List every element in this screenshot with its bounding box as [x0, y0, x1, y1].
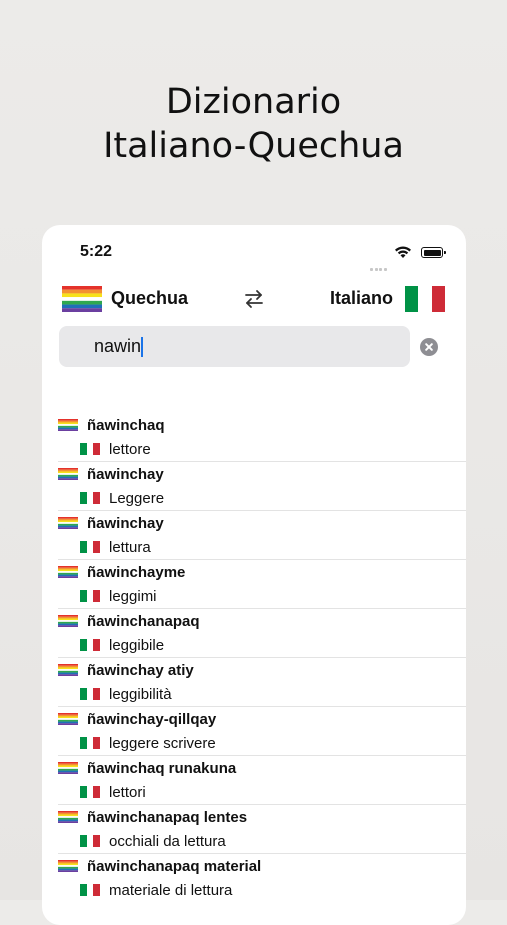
result-term-line: ñawinchay — [58, 513, 164, 533]
result-translation-line: lettore — [80, 439, 151, 459]
wiphala-flag-icon[interactable] — [62, 286, 102, 312]
result-translation-line: leggibile — [80, 635, 164, 655]
result-term-line: ñawinchanapaq material — [58, 856, 261, 876]
result-translation-line: leggimi — [80, 586, 157, 606]
result-term: ñawinchanapaq material — [87, 857, 262, 875]
result-translation: materiale di lettura — [109, 881, 233, 899]
result-term-line: ñawinchay — [58, 464, 164, 484]
result-translation-line: Leggere — [80, 488, 164, 508]
result-translation: leggibilità — [109, 685, 172, 703]
result-translation-line: leggibilità — [80, 684, 172, 704]
result-translation: lettura — [109, 538, 151, 556]
result-translation-line: leggere scrivere — [80, 733, 216, 753]
source-language-label[interactable]: Quechua — [111, 288, 188, 309]
result-translation: leggimi — [109, 587, 157, 605]
result-row[interactable]: ñawinchanapaq leggibile — [58, 609, 466, 658]
swap-arrows-icon[interactable] — [242, 287, 266, 311]
result-row[interactable]: ñawinchay Leggere — [58, 462, 466, 511]
language-bar: Quechua Italiano — [42, 284, 466, 316]
result-translation: leggibile — [109, 636, 165, 654]
result-term: ñawinchay-qillqay — [87, 710, 217, 728]
result-term: ñawinchay — [87, 465, 164, 483]
result-translation: leggere scrivere — [109, 734, 216, 752]
result-term-line: ñawinchay-qillqay — [58, 709, 216, 729]
italy-flag-icon — [80, 443, 101, 455]
headline-line-2: Italiano-Quechua — [103, 126, 404, 166]
wiphala-flag-icon — [58, 762, 78, 774]
wiphala-flag-icon — [58, 615, 78, 627]
wiphala-flag-icon — [58, 419, 78, 431]
italy-flag-icon — [80, 835, 101, 847]
results-list: ñawinchaq lettore ñawinchay Leggere ñawincha… — [42, 413, 466, 902]
result-row[interactable]: ñawinchayme leggimi — [58, 560, 466, 609]
result-row[interactable]: ñawinchay-qillqay leggere scrivere — [58, 707, 466, 756]
result-translation: Leggere — [109, 489, 165, 507]
result-term-line: ñawinchaq runakuna — [58, 758, 236, 778]
result-term: ñawinchayme — [87, 563, 186, 581]
result-term: ñawinchay atiy — [87, 661, 194, 679]
result-term: ñawinchanapaq lentes — [87, 808, 248, 826]
result-row[interactable]: ñawinchay lettura — [58, 511, 466, 560]
italy-flag-icon — [80, 688, 101, 700]
wiphala-flag-icon — [58, 713, 78, 725]
italy-flag-icon — [80, 786, 101, 798]
result-term-line: ñawinchayme — [58, 562, 185, 582]
italy-flag-icon — [80, 541, 101, 553]
italy-flag-icon[interactable] — [405, 286, 445, 312]
result-term: ñawinchanapaq — [87, 612, 200, 630]
result-translation-line: lettura — [80, 537, 151, 557]
result-term-line: ñawinchay atiy — [58, 660, 194, 680]
result-row[interactable]: ñawinchaq runakuna lettori — [58, 756, 466, 805]
wiphala-flag-icon — [58, 566, 78, 578]
wiphala-flag-icon — [58, 664, 78, 676]
headline: Dizionario Italiano-Quechua — [0, 80, 507, 168]
status-time: 5:22 — [80, 243, 113, 260]
result-translation: lettori — [109, 783, 146, 801]
result-term-line: ñawinchanapaq — [58, 611, 200, 631]
clear-circle-icon[interactable] — [420, 338, 438, 356]
italy-flag-icon — [80, 590, 101, 602]
phone-screen: 5:22 Quechua Italiano nawin ñawinchaq le… — [42, 225, 466, 925]
italy-flag-icon — [80, 737, 101, 749]
search-input-value: nawin — [94, 336, 142, 356]
result-term: ñawinchaq — [87, 416, 165, 434]
result-term-line: ñawinchaq — [58, 415, 165, 435]
battery-icon — [421, 247, 446, 258]
wiphala-flag-icon — [58, 468, 78, 480]
result-translation-line: materiale di lettura — [80, 880, 232, 900]
headline-line-1: Dizionario — [165, 82, 342, 122]
wiphala-flag-icon — [58, 517, 78, 529]
search-input[interactable]: nawin — [59, 326, 410, 367]
result-translation: lettore — [109, 440, 151, 458]
result-translation-line: lettori — [80, 782, 146, 802]
wifi-icon — [395, 246, 411, 258]
status-bar: 5:22 — [42, 241, 466, 271]
result-term: ñawinchaq runakuna — [87, 759, 237, 777]
result-row[interactable]: ñawinchay atiy leggibilità — [58, 658, 466, 707]
wiphala-flag-icon — [58, 860, 78, 872]
result-row[interactable]: ñawinchaq lettore — [58, 413, 466, 462]
result-translation-line: occhiali da lettura — [80, 831, 226, 851]
italy-flag-icon — [80, 639, 101, 651]
result-term-line: ñawinchanapaq lentes — [58, 807, 247, 827]
result-term: ñawinchay — [87, 514, 164, 532]
result-translation: occhiali da lettura — [109, 832, 226, 850]
wiphala-flag-icon — [58, 811, 78, 823]
italy-flag-icon — [80, 492, 101, 504]
result-row[interactable]: ñawinchanapaq lentes occhiali da lettura — [58, 805, 466, 854]
result-row[interactable]: ñawinchanapaq material materiale di lettu… — [58, 854, 466, 902]
cellular-signal-icon — [370, 253, 390, 271]
italy-flag-icon — [80, 884, 101, 896]
text-caret — [141, 336, 144, 357]
target-language-label[interactable]: Italiano — [330, 288, 393, 309]
